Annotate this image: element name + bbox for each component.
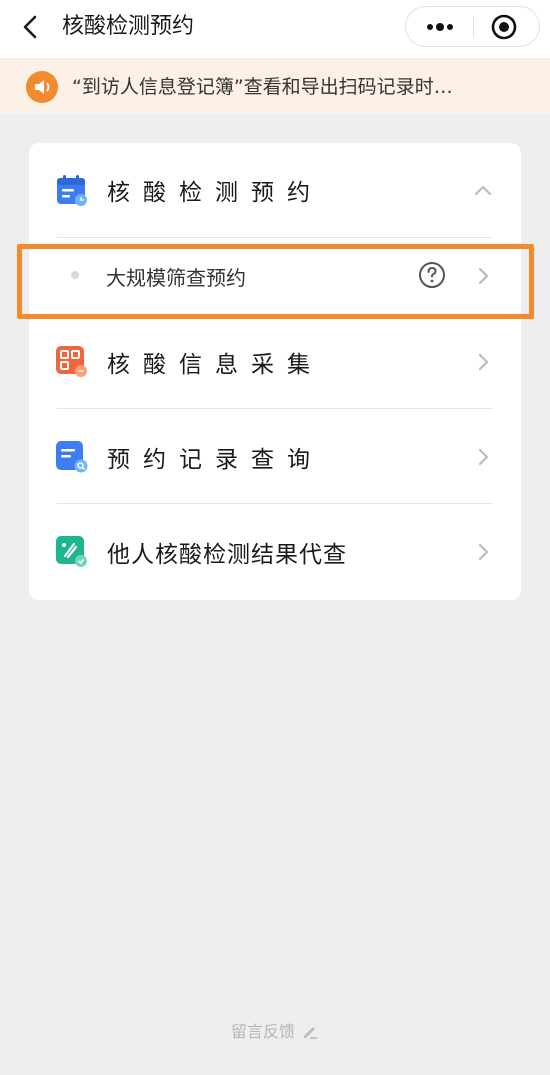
feedback-label: 留言反馈 bbox=[230, 1022, 295, 1041]
mini-program-capsule bbox=[405, 6, 540, 47]
page: 核酸检测预约 “到访人信息登记簿”查看和导出扫码记录时… 核酸检测预约 大规模筛… bbox=[0, 0, 550, 1075]
more-dots-icon[interactable] bbox=[420, 7, 460, 46]
feedback-link[interactable]: 留言反馈 bbox=[0, 1018, 550, 1042]
chevron-up-icon[interactable] bbox=[473, 179, 493, 203]
section-header-nucleic-booking[interactable]: 核酸检测预约 bbox=[29, 143, 521, 237]
speaker-icon bbox=[26, 71, 58, 103]
notice-text: “到访人信息登记簿”查看和导出扫码记录时… bbox=[72, 76, 453, 98]
qr-grid-icon bbox=[56, 346, 88, 378]
menu-item-label: 他人核酸检测结果代查 bbox=[107, 542, 347, 568]
menu-item-info-collection[interactable]: 核酸信息采集 bbox=[29, 314, 521, 408]
menu-item-proxy-result-query[interactable]: 他人核酸检测结果代查 bbox=[29, 504, 521, 600]
chevron-right-icon[interactable] bbox=[473, 540, 493, 564]
chevron-right-icon[interactable] bbox=[473, 445, 493, 469]
menu-item-record-query[interactable]: 预约记录查询 bbox=[29, 409, 521, 503]
page-title: 核酸检测预约 bbox=[62, 14, 195, 39]
calendar-icon bbox=[56, 174, 88, 206]
back-arrow-icon[interactable] bbox=[18, 12, 46, 42]
mini-program-close-icon[interactable] bbox=[490, 13, 518, 41]
document-search-icon bbox=[56, 441, 88, 473]
nav-bar: 核酸检测预约 bbox=[0, 0, 550, 58]
pencil-icon bbox=[301, 1022, 319, 1040]
highlight-box bbox=[17, 244, 534, 319]
menu-card: 核酸检测预约 大规模筛查预约 核酸信息采集 预约记录查询 他人核酸检测结果代查 bbox=[29, 143, 521, 600]
capsule-divider bbox=[473, 17, 474, 37]
menu-item-label: 预约记录查询 bbox=[107, 447, 323, 473]
menu-item-label: 核酸信息采集 bbox=[107, 352, 323, 378]
test-tube-icon bbox=[56, 536, 88, 568]
section-title: 核酸检测预约 bbox=[107, 180, 323, 206]
notice-bar[interactable]: “到访人信息登记簿”查看和导出扫码记录时… bbox=[0, 60, 550, 114]
chevron-right-icon[interactable] bbox=[473, 350, 493, 374]
